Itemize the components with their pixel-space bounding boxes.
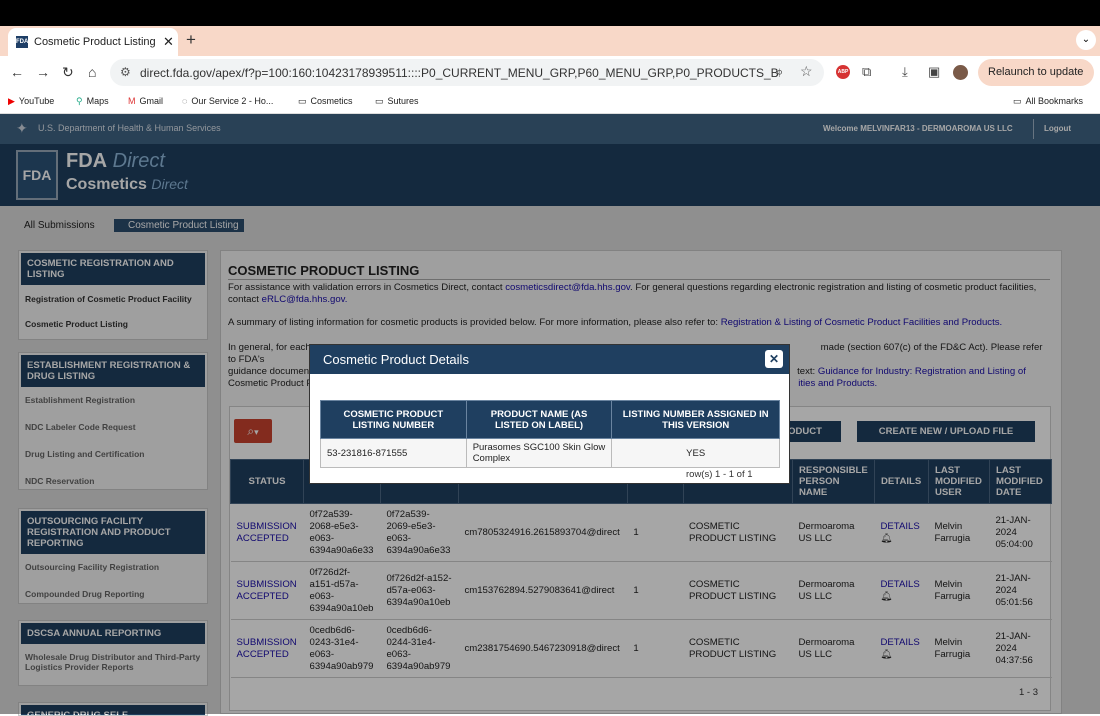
youtube-icon: ▶ xyxy=(8,96,15,106)
download-icon[interactable]: ⤓ xyxy=(902,64,908,80)
profile-avatar[interactable] xyxy=(953,65,968,80)
bookmark-youtube[interactable]: ▶ YouTube xyxy=(8,96,54,107)
table-row: 53-231816-871555 Purasomes SGC100 Skin G… xyxy=(320,438,780,468)
forward-icon[interactable]: → xyxy=(36,64,50,80)
col-listing-number: COSMETIC PRODUCT LISTING NUMBER xyxy=(320,400,467,439)
col-product-name: PRODUCT NAME (AS LISTED ON LABEL) xyxy=(465,400,613,439)
bookmark-label: Our Service 2 - Ho... xyxy=(191,96,274,106)
top-black-bar xyxy=(0,0,1100,26)
bookmarks-bar: ▶ YouTube ⚲ Maps M Gmail ◌ Our Service 2 - H… xyxy=(0,89,1100,114)
adblock-extension-icon[interactable]: ABP xyxy=(836,65,850,79)
relaunch-label: Relaunch to update xyxy=(988,66,1084,78)
dialog-title: Cosmetic Product Details xyxy=(323,352,469,367)
tab-strip: FDA Cosmetic Product Listing ✕ + ⌄ xyxy=(0,26,1100,56)
all-bookmarks[interactable]: ▭ All Bookmarks xyxy=(1013,96,1083,107)
new-tab-icon[interactable]: + xyxy=(186,30,196,50)
bookmark-label: Cosmetics xyxy=(310,96,353,106)
site-info-icon[interactable]: ⚙ xyxy=(120,65,131,79)
reload-icon[interactable]: ↻ xyxy=(62,64,74,81)
url-text: direct.fda.gov/apex/f?p=100:160:10423178… xyxy=(140,66,780,80)
cell-assigned: YES xyxy=(611,438,780,468)
side-panel-icon[interactable]: ▣ xyxy=(928,64,940,80)
cell-product-name: Purasomes SGC100 Skin Glow Complex xyxy=(465,438,613,468)
close-icon[interactable]: ✕ xyxy=(765,350,783,368)
gmail-icon: M xyxy=(128,96,136,106)
home-icon[interactable]: ⌂ xyxy=(88,64,96,80)
bookmark-maps[interactable]: ⚲ Maps xyxy=(76,96,109,107)
back-icon[interactable]: ← xyxy=(10,64,24,80)
dialog-row-count: row(s) 1 - 1 of 1 xyxy=(686,469,753,480)
bookmark-our-service[interactable]: ◌ Our Service 2 - Ho... xyxy=(182,96,273,106)
bookmark-cosmetics[interactable]: ▭ Cosmetics xyxy=(298,96,353,107)
zoom-icon[interactable]: ⌕ xyxy=(776,64,783,80)
page-icon: ◌ xyxy=(182,96,188,106)
tab-title: Cosmetic Product Listing xyxy=(34,36,156,48)
browser-tab[interactable]: FDA Cosmetic Product Listing ✕ xyxy=(8,28,178,56)
bookmark-label: YouTube xyxy=(18,96,55,106)
folder-icon: ▭ xyxy=(375,96,384,106)
tab-search-icon[interactable]: ⌄ xyxy=(1076,30,1096,50)
folder-icon: ▭ xyxy=(298,96,307,106)
bookmark-star-icon[interactable]: ☆ xyxy=(800,63,813,80)
col-listing-assigned: LISTING NUMBER ASSIGNED IN THIS VERSION xyxy=(611,400,780,439)
bookmark-gmail[interactable]: M Gmail xyxy=(128,96,163,106)
address-bar[interactable]: ⚙ direct.fda.gov/apex/f?p=100:160:104231… xyxy=(110,59,824,86)
browser-toolbar: ← → ↻ ⌂ ⚙ direct.fda.gov/apex/f?p=100:16… xyxy=(0,56,1100,105)
extensions-puzzle-icon[interactable]: ⧉ xyxy=(862,64,871,80)
bookmark-label: All Bookmarks xyxy=(1025,96,1084,106)
folder-icon: ▭ xyxy=(1013,96,1022,106)
product-details-dialog: Cosmetic Product Details ✕ COSMETIC PROD… xyxy=(309,344,790,484)
bookmark-label: Maps xyxy=(86,96,109,106)
close-tab-icon[interactable]: ✕ xyxy=(163,34,174,50)
bookmark-sutures[interactable]: ▭ Sutures xyxy=(375,96,419,107)
maps-pin-icon: ⚲ xyxy=(76,96,83,106)
cell-listing-number: 53-231816-871555 xyxy=(320,438,467,468)
relaunch-button[interactable]: Relaunch to update ⋮ xyxy=(978,59,1094,105)
product-details-table: COSMETIC PRODUCT LISTING NUMBER PRODUCT … xyxy=(320,400,780,468)
bookmark-label: Gmail xyxy=(139,96,164,106)
bookmark-label: Sutures xyxy=(387,96,419,106)
dialog-header: Cosmetic Product Details ✕ xyxy=(310,345,789,374)
fda-favicon-icon: FDA xyxy=(16,36,28,48)
